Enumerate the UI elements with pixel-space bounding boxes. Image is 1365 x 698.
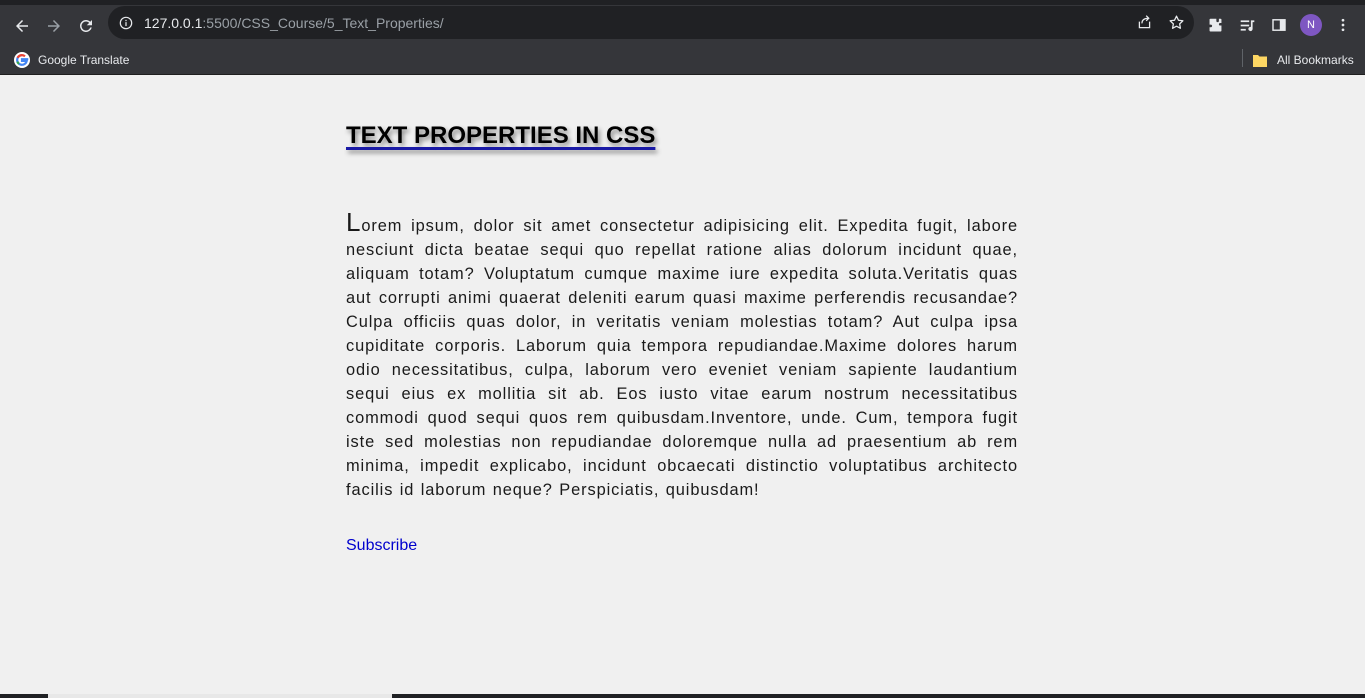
site-info-icon[interactable] bbox=[118, 15, 134, 31]
bookmark-star-icon[interactable] bbox=[1166, 12, 1186, 32]
profile-avatar[interactable]: N bbox=[1300, 14, 1322, 36]
bookmarks-bar: Google Translate All Bookmarks bbox=[0, 44, 1365, 75]
google-logo-icon bbox=[14, 52, 30, 68]
back-icon[interactable] bbox=[9, 13, 35, 39]
reload-icon[interactable] bbox=[73, 13, 99, 39]
folder-icon bbox=[1253, 54, 1267, 67]
url-path: :5500/CSS_Course/5_Text_Properties/ bbox=[202, 14, 444, 31]
bookmark-google-translate[interactable]: Google Translate bbox=[14, 49, 129, 71]
drop-letter: L bbox=[346, 207, 362, 237]
all-bookmarks-label: All Bookmarks bbox=[1277, 53, 1354, 67]
address-bar[interactable]: 127.0.0.1:5500/CSS_Course/5_Text_Propert… bbox=[108, 6, 1194, 39]
lorem-paragraph: Lorem ipsum, dolor sit amet consectetur … bbox=[346, 207, 1018, 502]
bookmarks-divider bbox=[1242, 49, 1243, 67]
all-bookmarks-button[interactable]: All Bookmarks bbox=[1253, 49, 1354, 71]
subscribe-link[interactable]: Subscribe bbox=[346, 537, 417, 555]
media-queue-icon[interactable] bbox=[1236, 13, 1258, 37]
page-title: TEXT PROPERTIES IN CSS bbox=[346, 122, 656, 149]
extensions-icon[interactable] bbox=[1204, 13, 1226, 37]
browser-toolbar: 127.0.0.1:5500/CSS_Course/5_Text_Propert… bbox=[0, 0, 1365, 44]
taskbar-segment bbox=[48, 694, 392, 698]
side-panel-icon[interactable] bbox=[1268, 13, 1290, 37]
menu-kebab-icon[interactable] bbox=[1332, 13, 1354, 37]
url-host: 127.0.0.1 bbox=[144, 14, 203, 31]
share-icon[interactable] bbox=[1134, 12, 1154, 32]
bookmark-label: Google Translate bbox=[38, 53, 130, 67]
url-text[interactable]: 127.0.0.1:5500/CSS_Course/5_Text_Propert… bbox=[144, 15, 444, 31]
taskbar-strip bbox=[0, 694, 1365, 698]
forward-icon[interactable] bbox=[41, 13, 67, 39]
paragraph-text: orem ipsum, dolor sit amet consectetur a… bbox=[346, 217, 1018, 499]
